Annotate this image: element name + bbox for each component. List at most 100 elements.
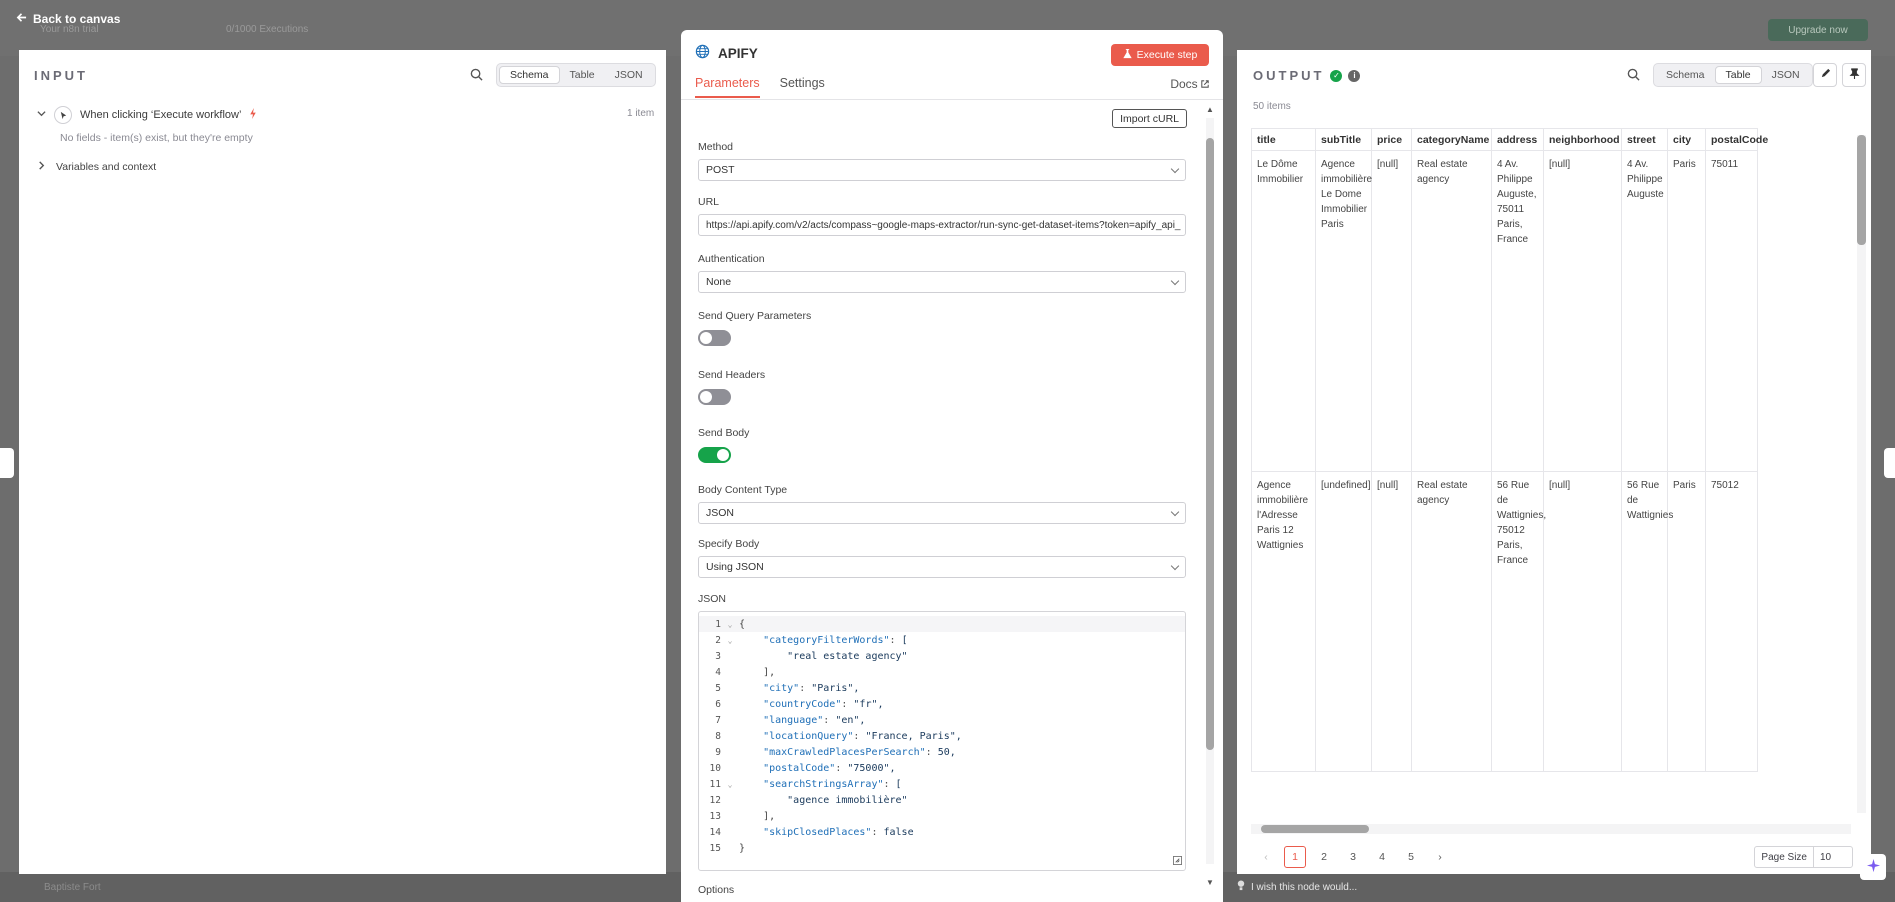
info-icon[interactable]: i — [1348, 69, 1361, 82]
column-header[interactable]: subTitle — [1315, 128, 1372, 151]
output-scrollbar[interactable] — [1857, 135, 1866, 813]
trigger-label: When clicking ‘Execute workflow’ — [80, 109, 242, 121]
input-tab-json[interactable]: JSON — [605, 66, 653, 84]
column-header[interactable]: title — [1251, 128, 1316, 151]
column-header[interactable]: postalCode — [1705, 128, 1768, 151]
body-content-type-select[interactable]: JSON — [698, 502, 1186, 524]
specify-body-select[interactable]: Using JSON — [698, 556, 1186, 578]
table-cell: 4 Av. Philippe Auguste, 75011 Paris, Fra… — [1491, 150, 1544, 472]
code-text: { — [739, 618, 746, 630]
method-label: Method — [698, 141, 734, 153]
page-4[interactable]: 4 — [1371, 846, 1393, 868]
page-5[interactable]: 5 — [1400, 846, 1422, 868]
output-tab-json[interactable]: JSON — [1762, 66, 1810, 84]
line-number: 2 — [715, 634, 721, 646]
code-line: 8 "locationQuery": "France, Paris", — [699, 728, 1185, 744]
line-number: 15 — [709, 842, 721, 854]
table-header-row: title subTitle price categoryName address nei… — [1251, 128, 1768, 151]
input-tab-schema[interactable]: Schema — [499, 66, 560, 84]
trigger-row[interactable]: When clicking ‘Execute workflow’ — [37, 106, 257, 124]
send-headers-toggle[interactable] — [698, 389, 731, 405]
node-scrollbar[interactable] — [1206, 118, 1214, 864]
line-number: 8 — [715, 730, 721, 742]
ai-assistant-button[interactable] — [1860, 854, 1886, 880]
specify-body-label: Specify Body — [698, 538, 760, 550]
send-query-toggle[interactable] — [698, 330, 731, 346]
output-tab-schema[interactable]: Schema — [1656, 66, 1715, 84]
code-text: ], — [739, 810, 776, 822]
search-icon[interactable] — [1627, 68, 1640, 81]
fold-icon[interactable]: ⌄ — [721, 780, 739, 789]
output-h-scrollbar[interactable] — [1251, 824, 1851, 834]
prev-page-icon[interactable]: ‹ — [1255, 846, 1277, 868]
resize-handle-icon[interactable] — [1173, 856, 1182, 868]
table-cell: Real estate agency — [1411, 150, 1492, 472]
page-2[interactable]: 2 — [1313, 846, 1335, 868]
globe-icon — [695, 44, 710, 62]
next-page-icon[interactable]: › — [1429, 846, 1451, 868]
flask-icon — [1122, 48, 1132, 62]
line-number: 14 — [709, 826, 721, 838]
code-line: 13 ], — [699, 808, 1185, 824]
pin-data-button[interactable] — [1842, 63, 1866, 87]
table-cell: Agence immobilière l'Adresse Paris 12 Wa… — [1251, 471, 1316, 772]
input-view-switch: Schema Table JSON — [496, 63, 656, 87]
code-line: 4 ], — [699, 664, 1185, 680]
column-header[interactable]: city — [1667, 128, 1706, 151]
line-number: 3 — [715, 650, 721, 662]
line-number: 9 — [715, 746, 721, 758]
empty-fields-note: No fields - item(s) exist, but they're e… — [60, 132, 253, 144]
table-cell: [null] — [1371, 150, 1412, 472]
pin-icon — [1849, 68, 1860, 82]
input-tab-table[interactable]: Table — [560, 66, 605, 84]
body-content-type-label: Body Content Type — [698, 484, 788, 496]
column-header[interactable]: address — [1491, 128, 1544, 151]
table-cell: Agence immobilière Le Dome Immobilier Pa… — [1315, 150, 1372, 472]
column-header[interactable]: categoryName — [1411, 128, 1492, 151]
pencil-icon — [1820, 68, 1831, 82]
left-handle[interactable] — [0, 448, 14, 478]
output-tab-table[interactable]: Table — [1714, 66, 1762, 84]
code-text: "skipClosedPlaces": false — [739, 826, 914, 838]
right-handle[interactable] — [1884, 448, 1895, 478]
scroll-down-icon[interactable]: ▼ — [1206, 878, 1214, 887]
send-body-toggle[interactable] — [698, 447, 731, 463]
column-header[interactable]: price — [1371, 128, 1412, 151]
docs-link[interactable]: Docs — [1170, 77, 1209, 91]
page-3[interactable]: 3 — [1342, 846, 1364, 868]
tab-settings[interactable]: Settings — [780, 76, 825, 98]
authentication-select[interactable]: None — [698, 271, 1186, 293]
column-header[interactable]: neighborhood — [1543, 128, 1622, 151]
column-header[interactable]: street — [1621, 128, 1668, 151]
node-scrollbar-thumb[interactable] — [1206, 138, 1214, 750]
arrow-left-icon — [16, 12, 27, 26]
output-scrollbar-thumb[interactable] — [1857, 135, 1866, 245]
chevron-right-icon — [37, 161, 46, 173]
import-curl-button[interactable]: Import cURL — [1112, 109, 1187, 128]
execute-step-button[interactable]: Execute step — [1111, 44, 1209, 66]
page-size-select[interactable]: 10 — [1814, 852, 1852, 863]
scroll-up-icon[interactable]: ▲ — [1206, 105, 1214, 114]
json-editor[interactable]: 1 ⌄{2 ⌄ "categoryFilterWords": [3 "real es… — [698, 611, 1186, 871]
node-name: APIFY — [718, 45, 758, 61]
send-body-label: Send Body — [698, 427, 750, 439]
fold-icon[interactable]: ⌄ — [721, 636, 739, 645]
search-icon[interactable] — [470, 68, 483, 81]
variables-row[interactable]: Variables and context — [37, 161, 156, 173]
page-1[interactable]: 1 — [1284, 846, 1306, 868]
code-line: 14 "skipClosedPlaces": false — [699, 824, 1185, 840]
line-number: 13 — [709, 810, 721, 822]
code-text: "postalCode": "75000", — [739, 762, 896, 774]
code-line: 15} — [699, 840, 1185, 856]
tab-parameters[interactable]: Parameters — [695, 76, 760, 98]
upgrade-button[interactable]: Upgrade now — [1768, 19, 1868, 41]
url-input[interactable]: https://api.apify.com/v2/acts/compass~go… — [698, 214, 1186, 236]
fold-icon[interactable]: ⌄ — [721, 620, 739, 629]
wish-feedback-link[interactable]: I wish this node would... — [1237, 880, 1357, 894]
method-select[interactable]: POST — [698, 159, 1186, 181]
table-row: Le Dôme Immobilier Agence immobilière Le … — [1251, 150, 1758, 472]
output-h-scrollbar-thumb[interactable] — [1261, 825, 1369, 833]
table-cell: [null] — [1543, 150, 1622, 472]
edit-output-button[interactable] — [1813, 63, 1837, 87]
back-to-canvas-button[interactable]: Back to canvas — [16, 12, 120, 26]
